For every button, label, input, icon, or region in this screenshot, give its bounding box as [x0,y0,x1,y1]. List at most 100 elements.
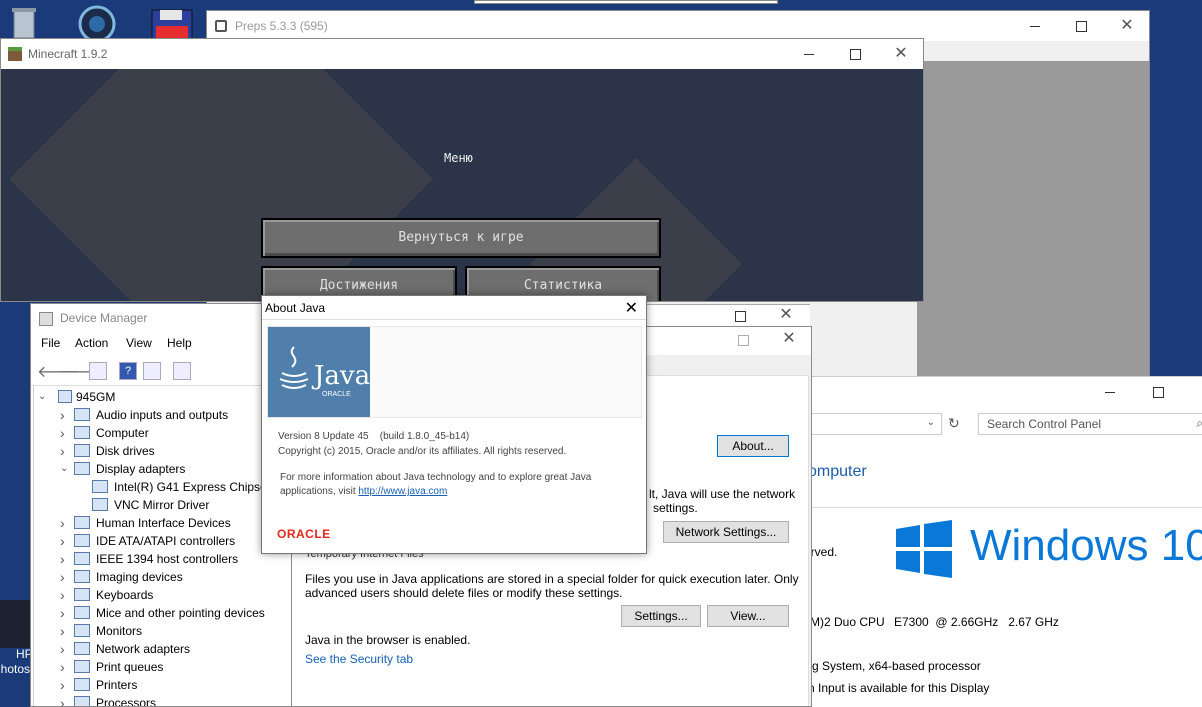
chevron-down-icon[interactable]: ⌄ [927,417,935,428]
minecraft-maximize-button[interactable] [845,44,865,64]
tree-child-item[interactable]: VNC Mirror Driver [34,496,290,514]
preps-minimize-button[interactable] [1025,16,1045,36]
java-background-titlebar[interactable]: ✕ [646,304,810,326]
chevron-right-icon[interactable]: › [60,604,65,622]
device-category-icon [74,552,90,565]
chevron-right-icon[interactable]: › [60,532,65,550]
tree-category-item[interactable]: › Printers [34,676,290,694]
java-coffee-cup-icon [279,346,309,389]
minecraft-window[interactable]: Minecraft 1.9.2 ✕ Меню Вернуться к игре … [0,38,924,302]
tree-category-item[interactable]: › Disk drives [34,442,290,460]
chevron-down-icon[interactable]: ⌄ [60,460,68,478]
java-cp-close-icon[interactable]: ✕ [779,329,799,349]
update-driver-icon[interactable] [143,362,161,380]
network-settings-button[interactable]: Network Settings... [663,521,789,543]
chevron-right-icon[interactable]: › [60,622,65,640]
tree-item-label: Disk drives [96,444,155,458]
search-control-panel-input[interactable]: Search Control Panel ⌕ [978,413,1202,435]
chevron-right-icon[interactable]: › [60,658,65,676]
tree-category-item[interactable]: › Monitors [34,622,290,640]
about-button[interactable]: About... [717,435,789,457]
java-cp-maximize-button[interactable] [733,330,753,350]
menu-file[interactable]: File [41,336,60,350]
chevron-right-icon[interactable]: › [60,586,65,604]
tree-category-item[interactable]: › Keyboards [34,586,290,604]
tree-category-item[interactable]: › Print queues [34,658,290,676]
tree-item-label: IDE ATA/ATAPI controllers [96,534,236,548]
temp-files-text-2: advanced users should delete files or mo… [305,586,623,600]
address-bar[interactable]: ⌄ [790,413,942,435]
help-icon[interactable]: ? [119,362,137,380]
tree-category-item[interactable]: › Human Interface Devices [34,514,290,532]
tree-category-item[interactable]: ⌄ Display adapters [34,460,290,478]
chevron-right-icon[interactable]: › [60,640,65,658]
tree-category-item[interactable]: › IDE ATA/ATAPI controllers [34,532,290,550]
minecraft-minimize-button[interactable] [799,44,819,64]
refresh-icon[interactable]: ↻ [948,415,960,432]
cpu-value: E7300 @ 2.66GHz 2.67 GHz [894,615,1059,629]
display-adapter-icon [92,498,108,511]
device-category-icon [74,534,90,547]
about-java-titlebar[interactable]: About Java ✕ [262,296,646,320]
chevron-right-icon[interactable]: › [60,676,65,694]
settings-button[interactable]: Settings... [621,605,701,627]
chevron-right-icon[interactable]: › [60,514,65,532]
control-panel-maximize-button[interactable] [1148,382,1168,402]
tree-category-item[interactable]: › Network adapters [34,640,290,658]
menu-view[interactable]: View [126,336,152,350]
tree-child-item[interactable]: Intel(R) G41 Express Chipset [34,478,290,496]
minecraft-close-icon[interactable]: ✕ [891,44,911,64]
info-line-1: For more information about Java technolo… [280,472,592,483]
tree-category-item[interactable]: › Computer [34,424,290,442]
recycle-bin-icon[interactable] [4,4,50,42]
java-banner: Java ORACLE [267,326,642,418]
control-panel-minimize-button[interactable] [1100,382,1120,402]
menu-help[interactable]: Help [167,336,192,350]
tree-category-item[interactable]: › Processors [34,694,290,706]
chevron-right-icon[interactable]: › [60,424,65,442]
tree-item-label: Printers [96,678,138,692]
minecraft-menu-title: Меню [444,151,473,165]
preps-titlebar[interactable]: Preps 5.3.3 (595) ✕ [207,11,1149,41]
java-bg-maximize-button[interactable] [730,306,750,326]
properties-icon[interactable] [89,362,107,380]
chevron-right-icon[interactable]: › [60,550,65,568]
menu-action[interactable]: Action [75,336,108,350]
security-tab-link[interactable]: See the Security tab [305,652,413,666]
tree-category-item[interactable]: › Mice and other pointing devices [34,604,290,622]
desktop-top-input-box [474,0,778,4]
windows-10-wordmark: Windows 10 [970,521,1202,570]
minecraft-game-view[interactable]: Меню Вернуться к игре Достижения Статист… [1,69,923,301]
control-panel-window[interactable]: ⌄ ↻ Search Control Panel ⌕ omputer erved… [790,376,1202,707]
info-line-2-text: applications, visit [280,486,356,497]
preps-maximize-button[interactable] [1071,16,1091,36]
minecraft-titlebar[interactable]: Minecraft 1.9.2 ✕ [1,39,923,69]
about-java-title: About Java [265,301,326,315]
java-com-link[interactable]: http://www.java.com [358,486,447,497]
tree-item-label: Human Interface Devices [96,516,231,530]
view-button[interactable]: View... [707,605,789,627]
tree-item-label: Audio inputs and outputs [96,408,229,422]
chevron-right-icon[interactable]: › [60,406,65,424]
info-line-2: applications, visit http://www.java.com [280,486,447,497]
resume-game-button[interactable]: Вернуться к игре [261,218,661,258]
preps-app-icon [215,20,227,32]
tree-category-item[interactable]: › Audio inputs and outputs [34,406,290,424]
chevron-right-icon[interactable]: › [60,568,65,586]
preps-close-icon[interactable]: ✕ [1117,16,1137,36]
about-java-dialog[interactable]: About Java ✕ Java ORACLE Version 8 Updat… [261,295,647,554]
chevron-right-icon[interactable]: › [60,694,65,706]
device-manager-window[interactable]: Device Manager File Action View Help 🡐 🡒… [30,303,292,707]
chevron-down-icon[interactable]: ⌄ [38,388,46,406]
tree-category-item[interactable]: › IEEE 1394 host controllers [34,550,290,568]
java-bg-close-icon[interactable]: ✕ [776,305,796,325]
device-category-icon [74,462,90,475]
about-java-close-icon[interactable]: ✕ [625,298,638,318]
device-manager-titlebar[interactable]: Device Manager [31,304,291,332]
hp-photos-shortcut-icon[interactable] [0,600,30,648]
chevron-right-icon[interactable]: › [60,442,65,460]
search-icon[interactable]: ⌕ [1196,416,1202,431]
camera-app-icon[interactable] [74,4,120,43]
tree-category-item[interactable]: › Imaging devices [34,568,290,586]
scan-hardware-icon[interactable] [173,362,191,380]
